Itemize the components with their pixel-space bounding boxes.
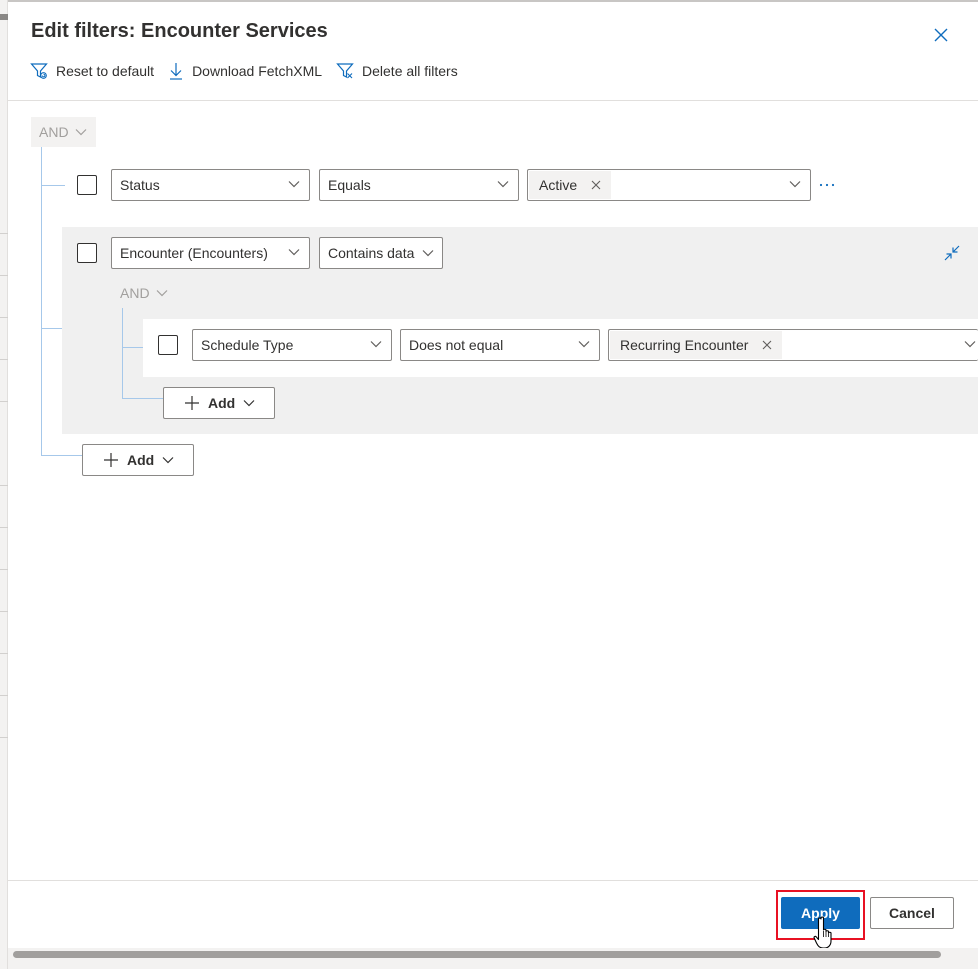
chevron-down-icon (75, 129, 86, 136)
value-picker[interactable]: Active (527, 169, 811, 201)
background-line (0, 485, 8, 486)
background-line (0, 611, 8, 612)
filter-delete-icon (336, 63, 354, 79)
chevron-down-icon (156, 290, 167, 297)
toolbar: Reset to default Download FetchXML Delet… (30, 60, 472, 82)
background-line (0, 317, 8, 318)
remove-value-icon[interactable] (762, 340, 772, 350)
remove-value-icon[interactable] (591, 180, 601, 190)
group-select-checkbox[interactable] (77, 243, 97, 263)
root-operator-label: AND (39, 124, 69, 140)
scrollbar-thumb[interactable] (13, 951, 941, 958)
background-line (0, 275, 8, 276)
close-button[interactable] (930, 24, 952, 46)
reset-label: Reset to default (56, 63, 155, 79)
more-options-button[interactable] (818, 174, 836, 196)
background-line (0, 737, 8, 738)
row-select-checkbox[interactable] (77, 175, 97, 195)
field-dropdown[interactable]: Status (111, 169, 310, 201)
add-label: Add (127, 452, 155, 468)
chevron-down-icon (964, 341, 976, 348)
nested-operator-value: Does not equal (409, 337, 504, 353)
group-operator-label: AND (120, 285, 150, 301)
nested-add-button[interactable]: Add (163, 387, 275, 419)
download-icon (170, 63, 183, 80)
collapse-icon (944, 245, 960, 261)
nested-operator-dropdown[interactable]: Does not equal (400, 329, 600, 361)
related-entity-value: Encounter (Encounters) (120, 245, 268, 261)
reset-to-default-button[interactable]: Reset to default (30, 62, 154, 80)
close-icon (934, 28, 948, 42)
header-divider (8, 100, 978, 101)
filter-reset-icon (30, 63, 48, 79)
related-operator-value: Contains data (328, 245, 415, 261)
background-line (0, 233, 8, 234)
background-app-strip (0, 0, 8, 969)
chevron-down-icon (288, 181, 300, 188)
tree-line (41, 455, 82, 456)
field-value: Status (120, 177, 160, 193)
chevron-down-icon (370, 341, 382, 348)
add-button[interactable]: Add (82, 444, 194, 476)
background-mark (0, 14, 8, 20)
plus-icon (185, 396, 199, 410)
value-tag: Recurring Encounter (610, 331, 783, 359)
download-label: Download FetchXML (192, 63, 323, 79)
tree-line (41, 185, 65, 186)
chevron-down-icon (162, 457, 174, 464)
tree-line (122, 347, 143, 348)
background-line (0, 569, 8, 570)
background-line (0, 401, 8, 402)
tree-line (122, 308, 123, 399)
edit-filters-dialog: Edit filters: Encounter Services Reset t… (8, 2, 978, 969)
background-line (0, 695, 8, 696)
background-line (0, 359, 8, 360)
nested-row-select-checkbox[interactable] (158, 335, 178, 355)
more-icon (819, 183, 835, 187)
nested-add-label: Add (208, 395, 236, 411)
dialog-title: Edit filters: Encounter Services (31, 20, 328, 42)
chevron-down-icon (789, 181, 801, 188)
background-line (0, 527, 8, 528)
hand-cursor-icon (813, 916, 832, 949)
nested-field-dropdown[interactable]: Schedule Type (192, 329, 392, 361)
related-entity-dropdown[interactable]: Encounter (Encounters) (111, 237, 310, 269)
download-fetchxml-button[interactable]: Download FetchXML (168, 62, 322, 80)
tree-line (41, 147, 42, 456)
footer-divider (8, 880, 978, 881)
nested-value-picker[interactable]: Recurring Encounter (608, 329, 978, 361)
chevron-down-icon (422, 250, 434, 257)
operator-value: Equals (328, 177, 371, 193)
root-group-operator-dropdown[interactable]: AND (31, 117, 96, 147)
chevron-down-icon (243, 400, 255, 407)
plus-icon (104, 453, 118, 467)
value-tag-label: Recurring Encounter (620, 337, 749, 353)
cancel-button[interactable]: Cancel (870, 897, 954, 929)
tree-line (41, 328, 62, 329)
value-tag-label: Active (539, 177, 578, 193)
related-operator-dropdown[interactable]: Contains data (319, 237, 444, 269)
chevron-down-icon (288, 249, 300, 256)
collapse-group-button[interactable] (942, 243, 962, 263)
delete-label: Delete all filters (362, 63, 458, 79)
tree-line (122, 398, 163, 399)
nested-field-value: Schedule Type (201, 337, 294, 353)
delete-all-filters-button[interactable]: Delete all filters (336, 62, 458, 80)
value-tag: Active (529, 171, 612, 199)
chevron-down-icon (578, 341, 590, 348)
operator-dropdown[interactable]: Equals (319, 169, 519, 201)
group-operator-dropdown[interactable]: AND (118, 278, 168, 308)
background-line (0, 653, 8, 654)
chevron-down-icon (497, 181, 509, 188)
